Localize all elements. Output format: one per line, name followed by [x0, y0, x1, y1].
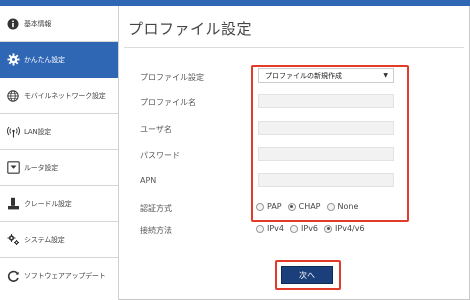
- sidebar-item-mobile-network[interactable]: モバイルネットワーク設定: [0, 78, 118, 114]
- radio-label: IPv6: [301, 224, 319, 233]
- radio-indicator[interactable]: [324, 224, 333, 233]
- sidebar-item-basic-info[interactable]: 基本情報: [0, 6, 118, 42]
- password-label: パスワード: [140, 151, 180, 160]
- radio-label: IPv4/v6: [335, 224, 365, 233]
- sidebar-item-label: LAN設定: [24, 127, 52, 136]
- sidebar: 基本情報 かんたん設定 モバイルネットワーク設定 LAN設定 ルータ設定 クレー…: [0, 6, 119, 300]
- antenna-icon: [6, 125, 20, 139]
- username-label: ユーザ名: [140, 125, 172, 134]
- cradle-icon: [6, 197, 20, 211]
- radio-indicator[interactable]: [256, 224, 264, 233]
- conn-radio-ipv4[interactable]: IPv4: [256, 224, 284, 233]
- radio-label: IPv4: [267, 224, 285, 233]
- sidebar-item-label: かんたん設定: [24, 55, 65, 64]
- sidebar-item-label: ルータ設定: [24, 163, 58, 172]
- refresh-icon: [6, 269, 20, 283]
- gear-icon: [6, 53, 20, 67]
- main-content: プロファイル設定 プロファイル設定 プロファイルの新規作成 ▼ プロファイル名 …: [120, 6, 470, 300]
- title-divider: [124, 47, 464, 48]
- sidebar-item-software-update[interactable]: ソフトウェアアップデート: [0, 258, 118, 294]
- page-title: プロファイル設定: [128, 20, 253, 38]
- auth-method-label: 認証方式: [140, 204, 172, 213]
- sidebar-item-label: クレードル設定: [24, 199, 72, 208]
- form-highlight-box: [251, 65, 409, 222]
- sidebar-item-label: システム設定: [24, 235, 65, 244]
- next-button[interactable]: 次へ: [281, 266, 333, 284]
- profile-name-label: プロファイル名: [140, 98, 196, 107]
- globe-icon: [6, 89, 20, 103]
- sidebar-item-label: 基本情報: [24, 19, 52, 28]
- sidebar-item-system[interactable]: システム設定: [0, 222, 118, 258]
- sidebar-item-easy-setup[interactable]: かんたん設定: [0, 42, 118, 78]
- apn-label: APN: [140, 176, 157, 185]
- radio-indicator[interactable]: [290, 224, 299, 233]
- cogs-icon: [6, 233, 20, 247]
- sidebar-item-router[interactable]: ルータ設定: [0, 150, 118, 186]
- sidebar-item-cradle[interactable]: クレードル設定: [0, 186, 118, 222]
- info-icon: [6, 17, 20, 31]
- sidebar-item-label: モバイルネットワーク設定: [24, 91, 106, 100]
- sidebar-item-lan[interactable]: LAN設定: [0, 114, 118, 150]
- conn-radio-ipv6[interactable]: IPv6: [290, 224, 318, 233]
- router-icon: [6, 161, 20, 175]
- sidebar-item-label: ソフトウェアアップデート: [24, 272, 106, 280]
- connection-method-label: 接続方法: [140, 226, 172, 235]
- profile-setting-label: プロファイル設定: [140, 73, 204, 82]
- connection-method-radio-group: IPv4 IPv6 IPv4/v6: [256, 224, 371, 233]
- conn-radio-ipv4v6[interactable]: IPv4/v6: [324, 224, 365, 233]
